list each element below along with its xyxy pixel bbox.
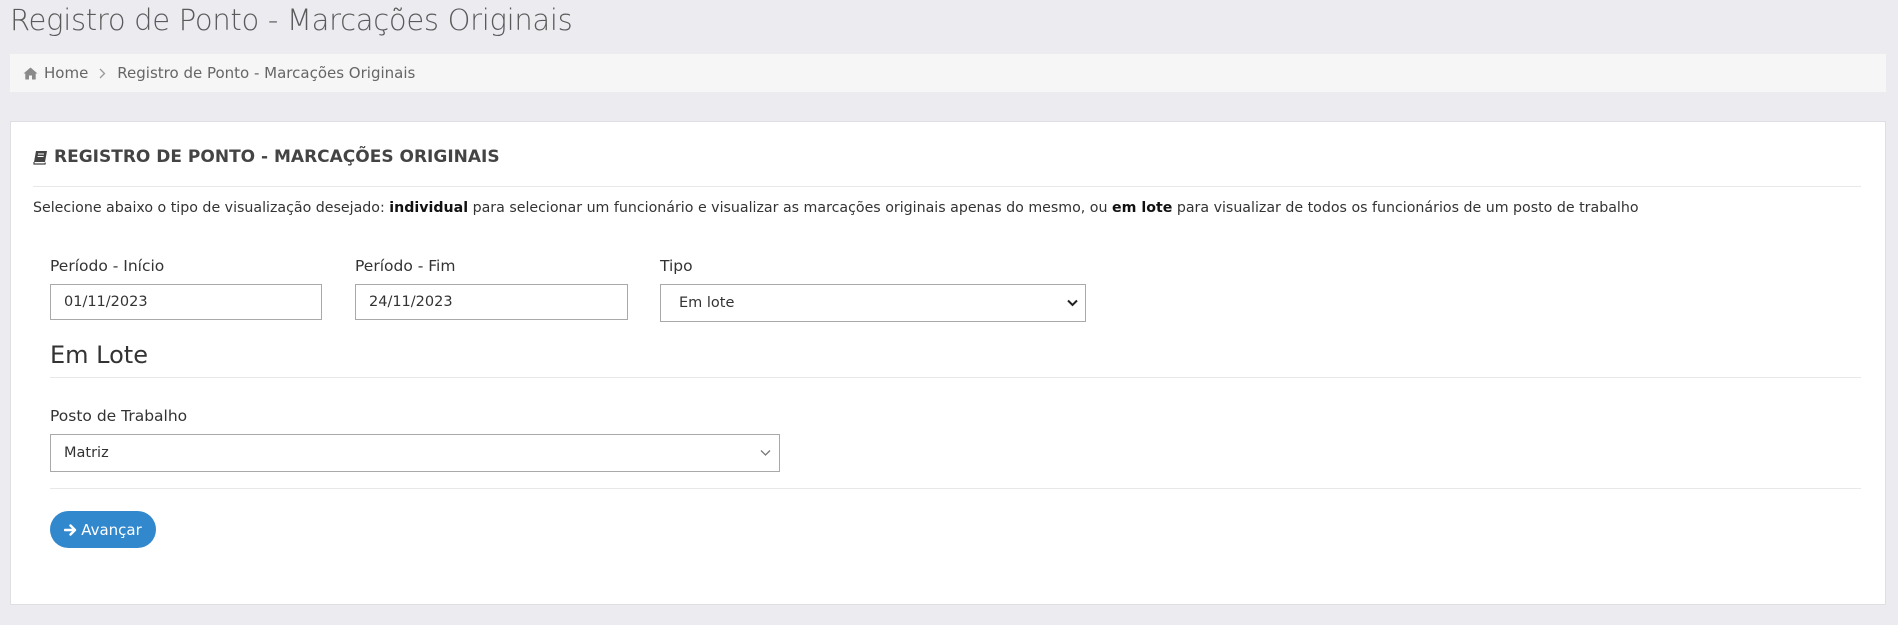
instructions-part: para selecionar um funcionário e visuali… — [468, 200, 1112, 216]
breadcrumb: Home Registro de Ponto - Marcações Origi… — [10, 54, 1886, 92]
type-select[interactable]: Em lote — [660, 284, 1086, 322]
divider — [33, 186, 1861, 187]
period-start-label: Período - Início — [50, 257, 165, 275]
breadcrumb-current: Registro de Ponto - Marcações Originais — [117, 64, 416, 82]
chevron-down-icon — [1067, 299, 1079, 307]
instructions-bold-batch: em lote — [1111, 200, 1173, 216]
book-icon — [33, 150, 48, 165]
home-icon — [22, 65, 38, 81]
advance-button[interactable]: Avançar — [50, 511, 156, 548]
chevron-right-icon — [99, 67, 107, 79]
instructions-bold-individual: individual — [389, 200, 469, 216]
main-panel: REGISTRO DE PONTO - MARCAÇÕES ORIGINAIS … — [10, 121, 1886, 605]
workstation-label: Posto de Trabalho — [50, 407, 188, 425]
chevron-down-icon — [760, 449, 772, 457]
instructions-text: Selecione abaixo o tipo de visualização … — [33, 200, 1639, 216]
panel-heading: REGISTRO DE PONTO - MARCAÇÕES ORIGINAIS — [33, 145, 500, 169]
advance-button-label: Avançar — [81, 520, 142, 539]
divider — [50, 377, 1861, 378]
type-select-value: Em lote — [679, 295, 735, 311]
instructions-part: para visualizar de todos os funcionários… — [1172, 200, 1639, 216]
period-start-input[interactable] — [50, 284, 322, 320]
type-label: Tipo — [660, 257, 693, 275]
page-title: Registro de Ponto - Marcações Originais — [10, 3, 573, 37]
period-end-label: Período - Fim — [355, 257, 456, 275]
workstation-select[interactable]: Matriz — [50, 434, 780, 472]
period-end-input[interactable] — [355, 284, 628, 320]
workstation-select-value: Matriz — [64, 445, 109, 461]
breadcrumb-home-link[interactable]: Home — [44, 64, 88, 82]
divider — [50, 488, 1861, 489]
arrow-right-icon — [64, 523, 77, 536]
panel-heading-text: REGISTRO DE PONTO - MARCAÇÕES ORIGINAIS — [54, 147, 500, 167]
instructions-part: Selecione abaixo o tipo de visualização … — [33, 200, 390, 216]
batch-section-title: Em Lote — [50, 341, 148, 369]
